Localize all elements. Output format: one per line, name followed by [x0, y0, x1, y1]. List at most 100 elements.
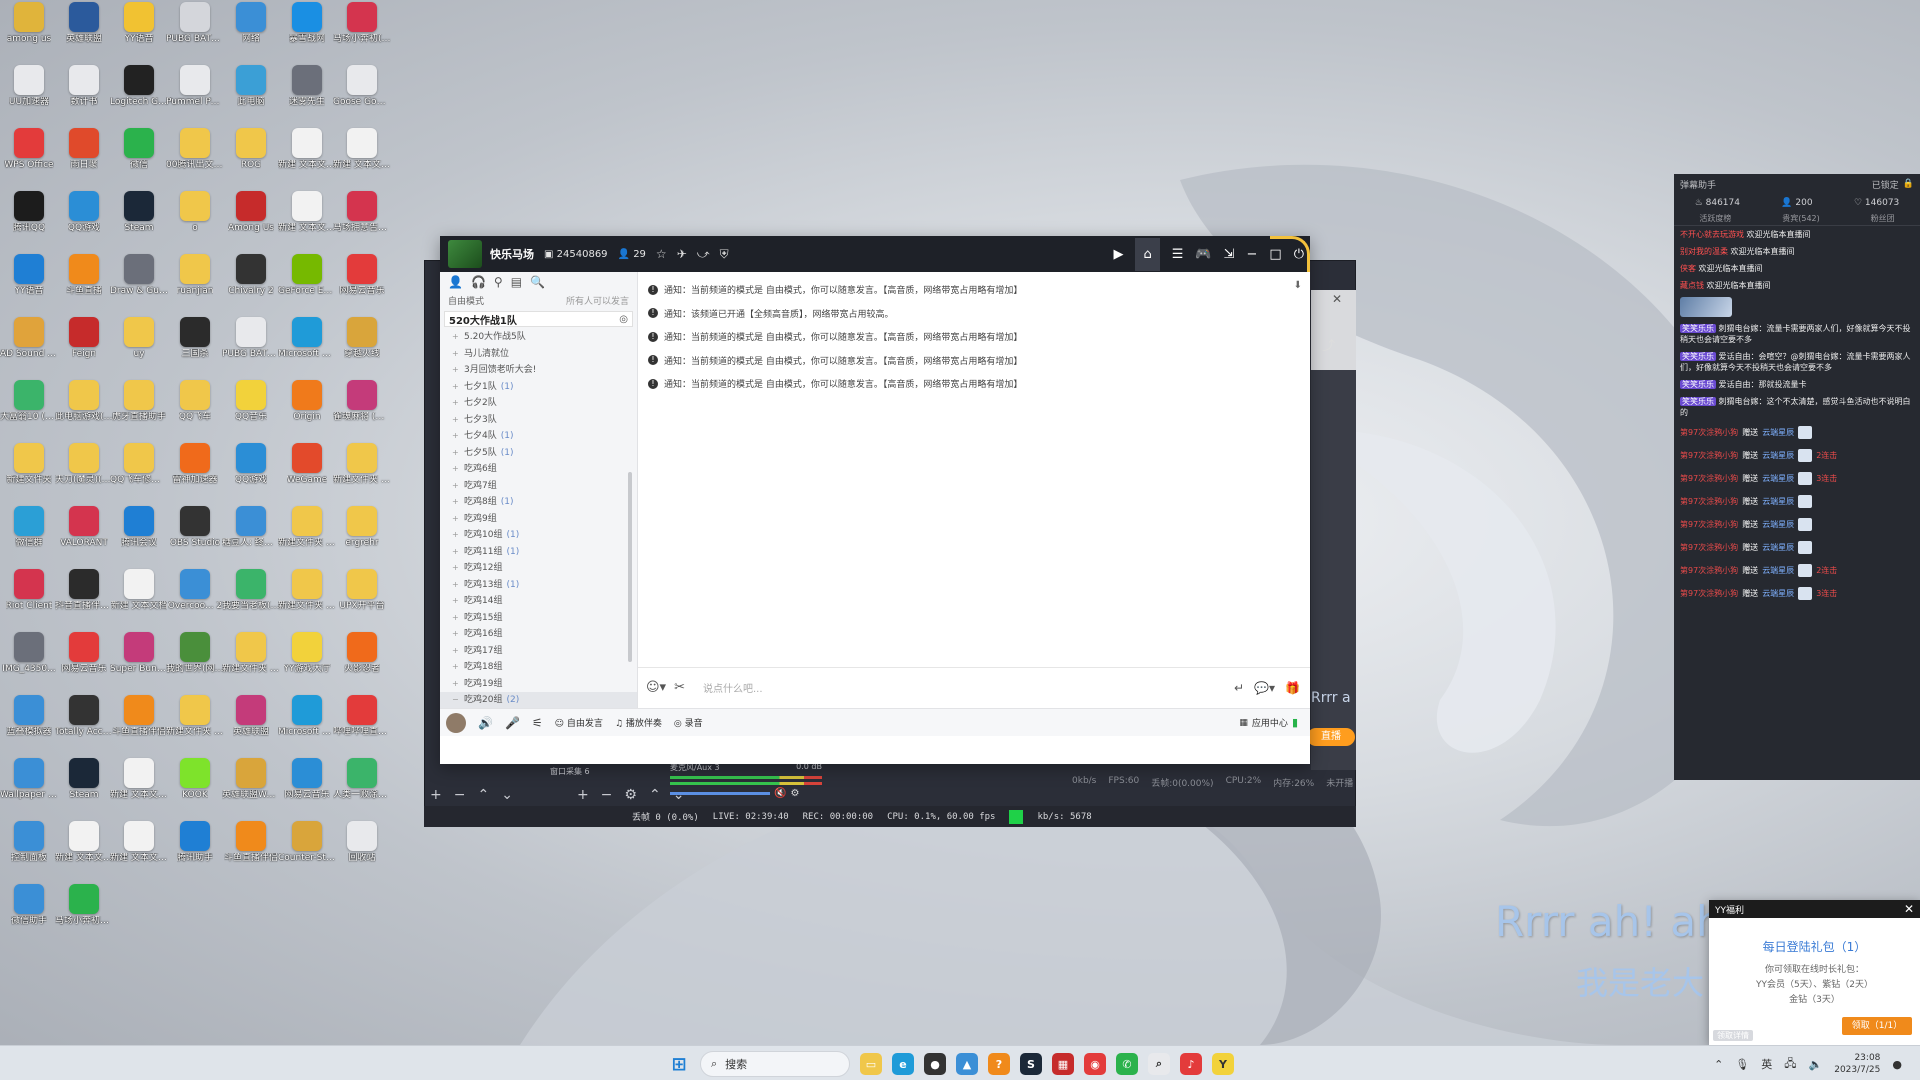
channel-item[interactable]: + 吃鸡14组: [452, 593, 637, 610]
channel-item[interactable]: + 吃鸡8组 (1): [452, 494, 637, 511]
desktop-icon[interactable]: AD Sound Recorder: [0, 317, 58, 377]
popup-tag[interactable]: 领取详情: [1713, 1030, 1753, 1041]
danmaku-tab[interactable]: 贵宾(542): [1782, 213, 1820, 224]
expand-icon[interactable]: +: [452, 461, 460, 478]
channel-item[interactable]: + 七夕1队 (1): [452, 379, 637, 396]
expand-icon[interactable]: +: [452, 329, 460, 346]
channel-item[interactable]: + 吃鸡12组: [452, 560, 637, 577]
video-icon[interactable]: ▶: [1113, 247, 1123, 262]
add-scene-icon[interactable]: +: [430, 787, 442, 803]
desktop-icon[interactable]: ruanjian: [166, 254, 224, 314]
expand-icon[interactable]: +: [452, 626, 460, 643]
desktop-icon[interactable]: Totally Accurate...: [55, 695, 113, 755]
file-explorer-icon[interactable]: ▭: [860, 1053, 882, 1075]
desktop-icon[interactable]: 马场小奔初知识问答...: [55, 884, 113, 944]
desktop-icon[interactable]: 英雄联盟: [55, 2, 113, 62]
app-center-button[interactable]: ▦ 应用中心 ▮: [1239, 716, 1298, 729]
desktop-icon[interactable]: 火影忍者: [333, 632, 391, 692]
desktop-icon[interactable]: QQ音乐: [222, 380, 280, 440]
desktop-icon[interactable]: YY语音: [0, 254, 58, 314]
lock-status[interactable]: 已锁定: [1872, 178, 1899, 191]
notes-icon[interactable]: ▤: [511, 275, 522, 289]
expand-icon[interactable]: +: [452, 643, 460, 660]
channel-name[interactable]: 快乐马场: [490, 246, 534, 262]
expand-icon[interactable]: +: [452, 362, 460, 379]
play-music-button[interactable]: ♫ 播放伴奏: [615, 716, 662, 729]
desktop-icon[interactable]: Riot Client: [0, 569, 58, 629]
desktop-icon[interactable]: 新建 文本文档 (2): [110, 758, 168, 818]
channel-item[interactable]: + 七夕4队 (1): [452, 428, 637, 445]
maximize-icon[interactable]: □: [1269, 247, 1281, 262]
share-icon[interactable]: ⤴: [1322, 335, 1335, 354]
desktop-icon[interactable]: 新建文件夹 (4): [222, 632, 280, 692]
desktop-icon[interactable]: YY语音: [110, 2, 168, 62]
lock-icon[interactable]: 🔒: [1903, 179, 1914, 189]
move-down-icon[interactable]: ⌄: [501, 787, 513, 803]
channel-item[interactable]: + 吃鸡16组: [452, 626, 637, 643]
minimize-to-tray-icon[interactable]: ⇲: [1224, 247, 1235, 262]
emoji-icon[interactable]: ☺▾: [646, 680, 666, 695]
desktop-icon[interactable]: 雀魂麻将 (Mahjong...: [333, 380, 391, 440]
scroll-bottom-icon[interactable]: ⬇: [1294, 280, 1302, 291]
volume-slider[interactable]: [670, 792, 770, 795]
desktop-icon[interactable]: 新建 文本文档 (3): [278, 191, 336, 251]
expand-icon[interactable]: −: [452, 692, 460, 709]
desktop-icon[interactable]: 数计书: [55, 65, 113, 125]
expand-icon[interactable]: +: [452, 478, 460, 495]
wechat-icon[interactable]: ✆: [1116, 1053, 1138, 1075]
home-icon[interactable]: ⌂: [1135, 237, 1160, 271]
desktop-icon[interactable]: ergrehr: [333, 506, 391, 566]
expand-icon[interactable]: +: [452, 395, 460, 412]
channel-item[interactable]: + 吃鸡18组: [452, 659, 637, 676]
desktop-icon[interactable]: Super Bunny Man: [110, 632, 168, 692]
channel-item[interactable]: + 吃鸡6组: [452, 461, 637, 478]
desktop-icon[interactable]: 新建文件夹: [0, 443, 58, 503]
desktop-icon[interactable]: 新建 文本文档 (7): [333, 128, 391, 188]
chat-input[interactable]: 说点什么吧...: [703, 680, 763, 695]
desktop-icon[interactable]: WeGame: [278, 443, 336, 503]
channel-item[interactable]: + 吃鸡11组 (1): [452, 544, 637, 561]
desktop-icon[interactable]: 新建 文本文档: [110, 569, 168, 629]
desktop-icon[interactable]: 暴雪战网: [278, 2, 336, 62]
remove-source-icon[interactable]: −: [601, 787, 613, 803]
location-icon[interactable]: ⚲: [494, 275, 503, 289]
expand-icon[interactable]: +: [452, 494, 460, 511]
search-app-icon[interactable]: ⌕: [1148, 1053, 1170, 1075]
desktop-icon[interactable]: 哔哩哔哩直播姬: [333, 695, 391, 755]
power-icon[interactable]: ⏻: [1294, 247, 1304, 262]
desktop-icon[interactable]: 抖音直播伴侣 2022040...: [55, 569, 113, 629]
channel-item[interactable]: + 吃鸡7组: [452, 478, 637, 495]
desktop-icon[interactable]: o: [166, 191, 224, 251]
desktop-icon[interactable]: KOOK: [166, 758, 224, 818]
douyu-icon[interactable]: ?: [988, 1053, 1010, 1075]
search-icon[interactable]: 🔍: [530, 275, 545, 289]
danmaku-tab[interactable]: 粉丝团: [1871, 213, 1895, 224]
desktop-icon[interactable]: 腾讯QQ: [0, 191, 58, 251]
expand-icon[interactable]: +: [452, 544, 460, 561]
desktop-icon[interactable]: 穿越火线: [333, 317, 391, 377]
desktop-icon[interactable]: 三国杀: [166, 317, 224, 377]
channel-avatar[interactable]: [448, 240, 482, 268]
desktop-icon[interactable]: 网易云音乐: [333, 254, 391, 314]
gift-icon[interactable]: 🎁: [1285, 681, 1300, 695]
edge-icon[interactable]: e: [892, 1053, 914, 1075]
desktop-icon[interactable]: 马场小奔初(部署)...: [333, 2, 391, 62]
desktop-icon[interactable]: 我的世界(网易): [166, 632, 224, 692]
volume-icon[interactable]: 🔈: [1809, 1058, 1823, 1071]
desktop-icon[interactable]: 人类一败涂地 Hum...: [333, 758, 391, 818]
desktop-icon[interactable]: Microsoft Edge: [278, 317, 336, 377]
channel-item[interactable]: + 七夕2队: [452, 395, 637, 412]
netease-music-icon[interactable]: ◉: [1084, 1053, 1106, 1075]
channel-scrollbar[interactable]: [628, 472, 632, 662]
desktop-icon[interactable]: 网络: [222, 2, 280, 62]
headset-icon[interactable]: 🎧: [471, 275, 486, 289]
remove-scene-icon[interactable]: −: [454, 787, 466, 803]
desktop-icon[interactable]: 网易云音乐: [55, 632, 113, 692]
gamepad-icon[interactable]: 🎮: [1195, 247, 1211, 262]
yy-icon[interactable]: Y: [1212, 1053, 1234, 1075]
expand-icon[interactable]: +: [452, 593, 460, 610]
desktop-icon[interactable]: 天刀(魔灵)(完整)...: [55, 443, 113, 503]
channel-item[interactable]: +5.20大作战5队: [452, 329, 637, 346]
locate-icon[interactable]: ◎: [619, 314, 628, 325]
channel-item[interactable]: + 吃鸡13组 (1): [452, 577, 637, 594]
